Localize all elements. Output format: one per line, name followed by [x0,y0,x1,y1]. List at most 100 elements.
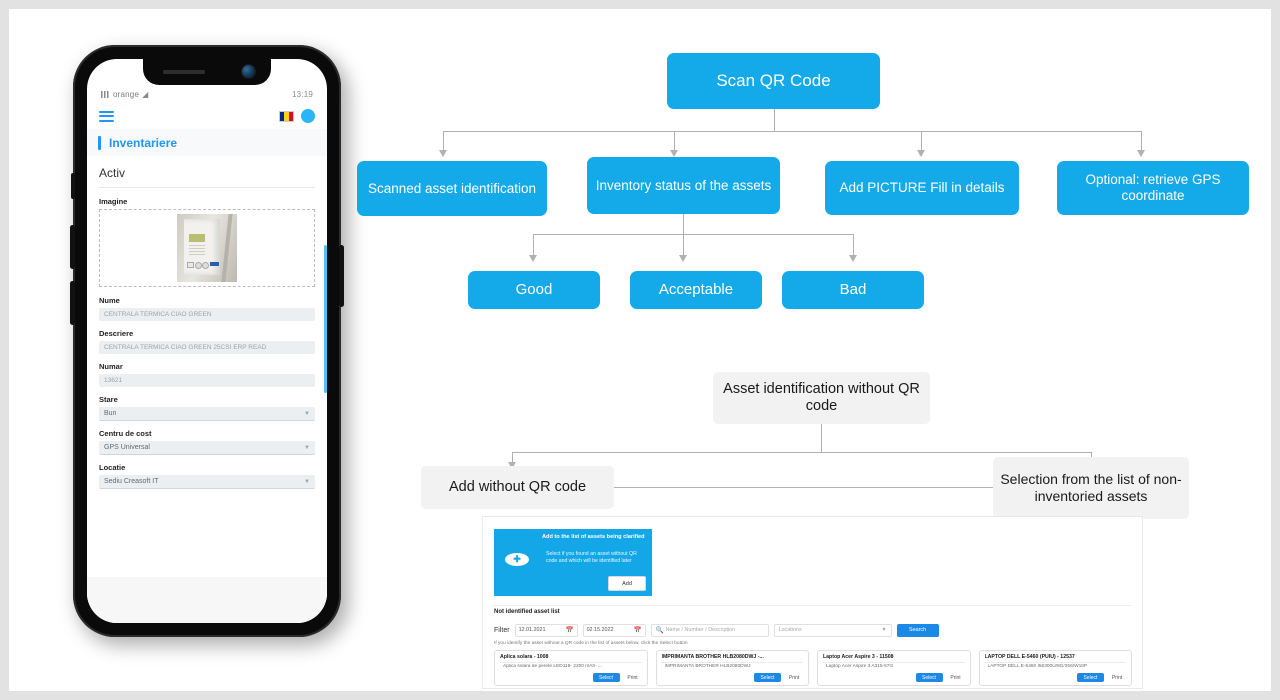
divider [500,662,642,663]
node-scanned-asset-identification[interactable]: Scanned asset identification [357,161,547,216]
node-asset-identification-without-qr[interactable]: Asset identification without QR code [713,372,930,424]
plus-icon: ✚ [505,553,529,566]
asset-card[interactable]: Laptop Acer Aspire 3 - 11508 Laptop Acer… [817,650,971,686]
node-status-good[interactable]: Good [468,271,600,309]
phone-body: orange ◢ 13:19 Inventariere Activ Imagin… [70,45,344,637]
connector-root-stem [774,109,775,131]
node-label: Inventory status of the assets [595,177,772,193]
node-scan-qr-code[interactable]: Scan QR Code [667,53,880,109]
centru-de-cost-value: GPS Universal [104,444,150,451]
select-button[interactable]: Select [915,673,943,682]
asset-photo-boiler [177,214,237,282]
locatie-value: Sediu Creasoft IT [104,478,159,485]
romania-flag-icon[interactable] [279,110,294,122]
connector-status-stem [683,214,684,234]
signal-bars-icon [101,90,110,98]
chevron-down-icon: ▼ [304,478,310,485]
numar-input[interactable]: 13621 [99,374,315,387]
screen-bottom-area [87,577,327,623]
search-button[interactable]: Search [896,623,939,637]
earpiece-speaker-icon [163,70,205,74]
phone-notch [143,59,271,85]
phone-volume-down-button[interactable] [70,281,75,325]
print-button[interactable]: Print [1106,673,1128,682]
stare-select[interactable]: Bun ▼ [99,407,315,421]
location-placeholder: Locations [778,627,802,633]
wifi-icon: ◢ [142,89,149,99]
print-button[interactable]: Print [783,673,805,682]
descriere-input[interactable]: CENTRALA TERMICA CIAO GREEN 25CSI ERP RE… [99,341,315,354]
connector-drop-2 [674,131,675,152]
status-bar: orange ◢ 13:19 [87,86,327,102]
locatie-select[interactable]: Sediu Creasoft IT ▼ [99,475,315,489]
select-button[interactable]: Select [754,673,781,682]
add-card-title: Add to the list of assets being clarifie… [542,534,645,540]
chevron-down-icon: ▼ [304,410,310,417]
screen-scrollbar[interactable] [324,245,327,393]
asset-image-dropzone[interactable] [99,209,315,287]
print-button[interactable]: Print [944,673,967,682]
phone-power-button[interactable] [339,245,344,307]
title-accent-bar [98,135,101,150]
asset-form: Activ Imagine Nume CENTRALA TERMICA CIAO… [87,156,327,623]
field-label: Locatie [99,463,126,472]
connector-status-bus [533,234,853,235]
add-button[interactable]: Add [608,576,646,591]
field-label: Centru de cost [99,429,152,438]
user-avatar-icon[interactable] [301,109,315,123]
search-text-input[interactable]: 🔍 Name / Number / Description [650,623,769,637]
arrow-down-status-1 [529,255,537,262]
connector-status-drop-3 [853,234,854,257]
node-optional-gps[interactable]: Optional: retrieve GPS coordinate [1057,161,1249,215]
divider [661,662,803,663]
field-label: Stare [99,395,118,404]
select-button[interactable]: Select [1077,673,1104,682]
front-camera-icon [242,65,255,78]
asset-card[interactable]: Aplica solara - 1008 Aplica solara de pe… [494,650,648,686]
connector-status-drop-2 [683,234,684,257]
date-to-input[interactable]: 02.15.2022 📅 [582,623,646,637]
field-nume: Nume CENTRALA TERMICA CIAO GREEN [99,296,315,321]
embedded-app-screenshot: ✚ Add to the list of assets being clarif… [482,516,1143,689]
stare-value: Bun [104,410,117,417]
asset-title: LAPTOP DELL E-5460 (PUIU) - 12537 [984,654,1075,660]
date-from-input[interactable]: 12.01.2021 📅 [514,623,578,637]
calendar-icon[interactable]: 📅 [633,626,641,634]
asset-card[interactable]: IMPRIMANTA BROTHER HLB2080DWJ -... IMPRI… [655,650,809,686]
phone-mute-switch[interactable] [71,173,75,199]
node-label: Good [515,281,553,299]
centru-de-cost-select[interactable]: GPS Universal ▼ [99,441,315,455]
select-button[interactable]: Select [592,673,620,682]
phone-volume-up-button[interactable] [70,225,75,269]
filter-row: Filter 12.01.2021 📅 02.15.2022 📅 🔍 Name … [494,622,1132,638]
nume-input[interactable]: CENTRALA TERMICA CIAO GREEN [99,308,315,321]
print-button[interactable]: Print [621,673,644,682]
node-status-acceptable[interactable]: Acceptable [630,271,762,309]
arrow-down-status-3 [849,255,857,262]
arrow-down-2 [670,150,678,157]
location-select[interactable]: Locations ▼ [773,623,892,637]
calendar-icon[interactable]: 📅 [565,626,573,634]
node-selection-non-inventoried[interactable]: Selection from the list of non-inventori… [993,457,1189,519]
add-to-clarify-card[interactable]: ✚ Add to the list of assets being clarif… [494,529,652,596]
app-page-header: Inventariere [87,129,327,156]
asset-description: LAPTOP DELL E-5460 I56300U/8G/256/W10P [987,664,1088,669]
node-add-without-qr-code[interactable]: Add without QR code [421,466,614,509]
app-navbar [87,103,327,129]
app-page-title: Inventariere [109,135,178,150]
arrow-down-1 [439,150,447,157]
arrow-down-status-2 [679,255,687,262]
field-label: Imagine [99,197,128,206]
node-status-bad[interactable]: Bad [782,271,924,309]
divider [823,662,965,663]
node-label: Optional: retrieve GPS coordinate [1085,172,1221,203]
hamburger-menu-icon[interactable] [99,110,114,122]
field-stare: Stare Bun ▼ [99,395,315,421]
asset-description: Aplica solara de perete LED118- 2200 mAh… [503,664,603,669]
connector-drop-3 [921,131,922,152]
field-label: Descriere [99,329,134,338]
node-add-picture[interactable]: Add PICTURE Fill in details [825,161,1019,215]
form-section-title: Activ [99,166,315,188]
node-inventory-status[interactable]: Inventory status of the assets [587,157,780,214]
asset-card[interactable]: LAPTOP DELL E-5460 (PUIU) - 12537 LAPTOP… [978,650,1132,686]
